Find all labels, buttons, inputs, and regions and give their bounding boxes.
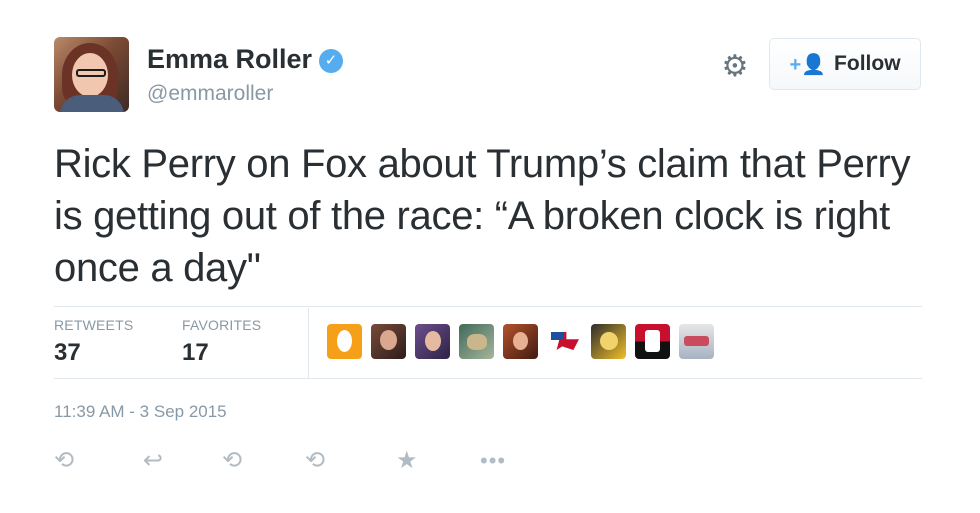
tweet-text: Rick Perry on Fox about Trump’s claim th… [54, 142, 911, 290]
add-user-icon: +👤 [789, 53, 827, 76]
user-name[interactable]: Emma Roller [147, 44, 312, 75]
favoriter-avatar-7[interactable] [591, 324, 626, 359]
retweet-icon-3[interactable]: ⟲ [305, 446, 325, 476]
star-icon[interactable]: ★ [396, 446, 418, 476]
favorites-count: 17 [182, 339, 209, 366]
favoriter-avatar-5[interactable] [503, 324, 538, 359]
favoriter-avatar-3[interactable] [415, 324, 450, 359]
retweets-stat[interactable]: RETWEETS 37 [54, 317, 133, 367]
retweets-label: RETWEETS [54, 317, 134, 333]
retweets-count: 37 [54, 339, 81, 366]
user-handle[interactable]: @emmaroller [147, 82, 273, 106]
avatar[interactable] [54, 37, 129, 112]
favorites-label: FAVORITES [182, 317, 262, 333]
favoriter-avatar-9[interactable] [679, 324, 714, 359]
favorites-stat[interactable]: FAVORITES 17 [182, 317, 261, 367]
stats-separator [308, 308, 309, 378]
more-dots-icon[interactable]: ••• [480, 446, 506, 476]
tweet-timestamp[interactable]: 11:39 AM - 3 Sep 2015 [54, 402, 227, 422]
retweet-icon-2[interactable]: ⟲ [222, 446, 242, 476]
favoriter-avatar-6[interactable] [547, 324, 582, 359]
gear-icon[interactable]: ⚙ [720, 52, 750, 82]
divider-top [54, 306, 922, 307]
avatar-glasses [76, 69, 106, 77]
verified-badge-icon: ✓ [319, 49, 343, 73]
follow-button[interactable]: +👤 Follow [769, 38, 921, 90]
follow-button-label: Follow [834, 52, 901, 75]
reply-icon[interactable]: ↩ [143, 446, 163, 476]
favoriter-avatars [327, 324, 714, 359]
favoriter-avatar-2[interactable] [371, 324, 406, 359]
avatar-shirt [60, 95, 124, 112]
favoriter-avatar-8[interactable] [635, 324, 670, 359]
divider-bottom [54, 378, 922, 379]
favoriter-avatar-1[interactable] [327, 324, 362, 359]
favoriter-avatar-4[interactable] [459, 324, 494, 359]
retweet-icon[interactable]: ⟲ [54, 446, 74, 476]
